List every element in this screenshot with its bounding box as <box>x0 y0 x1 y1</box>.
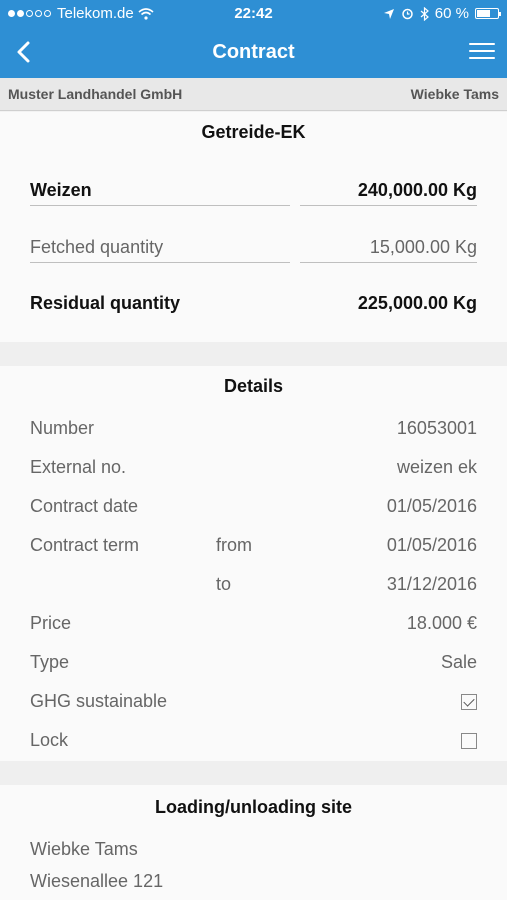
detail-row-contract-term-from: Contract term 01/05/2016 <box>30 535 477 556</box>
location-arrow-icon <box>383 8 394 19</box>
type-value: Sale <box>440 652 477 672</box>
bluetooth-icon <box>420 6 429 21</box>
detail-row-price: Price 18.000 € <box>30 613 477 634</box>
ghg-sustainable-checkbox[interactable] <box>461 693 477 710</box>
details-section: Details Number 16053001 External no. wei… <box>0 366 507 761</box>
residual-quantity-row: Residual quantity 225,000.00 Kg <box>30 293 477 314</box>
external-no-label: External no. <box>30 457 127 477</box>
lock-checkbox[interactable] <box>461 732 477 749</box>
contract-date-label: Contract date <box>30 496 139 516</box>
detail-row-type: Type Sale <box>30 652 477 673</box>
quantity-summary-section: Getreide-EK Weizen 240,000.00 Kg Fetched… <box>0 112 507 342</box>
detail-row-contract-date: Contract date 01/05/2016 <box>30 496 477 517</box>
fetched-quantity-value: 15,000.00 Kg <box>300 237 477 263</box>
status-bar: Telekom.de 22:42 60 % <box>0 0 507 28</box>
hamburger-menu-icon[interactable] <box>469 43 495 61</box>
detail-row-lock: Lock <box>30 730 477 751</box>
contract-term-value-from: 01/05/2016 <box>386 535 477 555</box>
battery-percent: 60 % <box>434 5 469 22</box>
product-name: Weizen <box>30 180 290 206</box>
contact-person: Wiebke Tams <box>410 86 499 102</box>
nav-bar: Contract <box>0 28 507 78</box>
site-street: Wiesenallee 121 <box>30 871 164 891</box>
contract-date-value: 01/05/2016 <box>386 496 477 516</box>
page-title: Contract <box>212 41 295 63</box>
residual-quantity-label: Residual quantity <box>30 293 181 313</box>
detail-row-contract-term-to: 31/12/2016 <box>30 574 477 595</box>
site-name: Wiebke Tams <box>30 839 138 859</box>
company-name: Muster Landhandel GmbH <box>8 86 183 102</box>
number-label: Number <box>30 418 95 438</box>
lock-label: Lock <box>30 730 69 750</box>
fetched-quantity-label: Fetched quantity <box>30 237 290 263</box>
total-quantity: 240,000.00 Kg <box>300 180 477 206</box>
price-label: Price <box>30 613 72 633</box>
section-title-details: Details <box>223 376 284 396</box>
section-divider <box>0 342 507 366</box>
external-no-value: weizen ek <box>396 457 477 477</box>
section-title-site: Loading/unloading site <box>155 797 352 817</box>
contract-term-label: Contract term <box>30 535 140 555</box>
detail-row-ghg: GHG sustainable <box>30 691 477 712</box>
detail-row-external-no: External no. weizen ek <box>30 457 477 478</box>
number-value: 16053001 <box>396 418 477 438</box>
customer-bar: Muster Landhandel GmbH Wiebke Tams <box>0 78 507 111</box>
detail-row-number: Number 16053001 <box>30 418 477 439</box>
battery-icon <box>475 8 501 19</box>
section-divider-2 <box>0 761 507 785</box>
residual-quantity-value: 225,000.00 Kg <box>357 293 477 313</box>
ghg-label: GHG sustainable <box>30 691 168 711</box>
alarm-icon <box>402 8 413 20</box>
section-title-summary: Getreide-EK <box>201 122 306 142</box>
type-label: Type <box>30 652 70 672</box>
term-to-label: to <box>216 574 232 594</box>
price-value: 18.000 € <box>406 613 477 633</box>
term-from-label: from <box>216 535 252 555</box>
status-right: 60 % <box>383 5 501 22</box>
loading-site-section: Loading/unloading site Wiebke Tams Wiese… <box>0 785 507 900</box>
contract-term-value-to: 31/12/2016 <box>386 574 477 594</box>
